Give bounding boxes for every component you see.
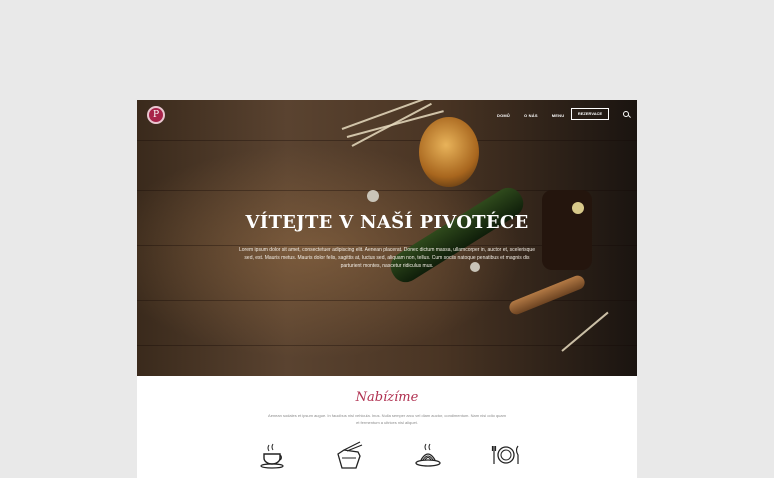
bottle-cap <box>367 190 379 202</box>
website-page: P DOMŮ O NÁS MENU REZERVACE VÍTEJTE V NA… <box>137 100 637 478</box>
search-icon[interactable] <box>623 111 629 117</box>
hero-section: P DOMŮ O NÁS MENU REZERVACE VÍTEJTE V NA… <box>137 100 637 376</box>
nav-item-menu[interactable]: MENU <box>552 109 565 123</box>
bottle-opener <box>507 273 587 317</box>
offers-text: Aenean sodales et ipsum augue. In faucib… <box>268 413 506 425</box>
takeaway-box-icon <box>334 440 364 470</box>
hero-text: Lorem ipsum dolor sit amet, consectetuer… <box>239 247 535 269</box>
beer-bottle-green <box>385 182 529 288</box>
main-nav: DOMŮ O NÁS MENU <box>497 109 578 123</box>
offers-title: Nabízíme <box>355 390 419 405</box>
nav-item-o-nas[interactable]: O NÁS <box>524 109 538 123</box>
spaghetti-plate-icon <box>413 440 443 470</box>
plate-cutlery-icon <box>491 440 521 470</box>
hero-title: VÍTEJTE V NAŠÍ PIVOTÉCE <box>245 212 529 233</box>
nav-item-domu[interactable]: DOMŮ <box>497 109 510 123</box>
reservation-button[interactable]: REZERVACE <box>571 108 609 120</box>
beer-glass <box>419 117 479 187</box>
logo[interactable]: P <box>147 106 165 124</box>
coffee-cup-icon <box>258 440 288 470</box>
